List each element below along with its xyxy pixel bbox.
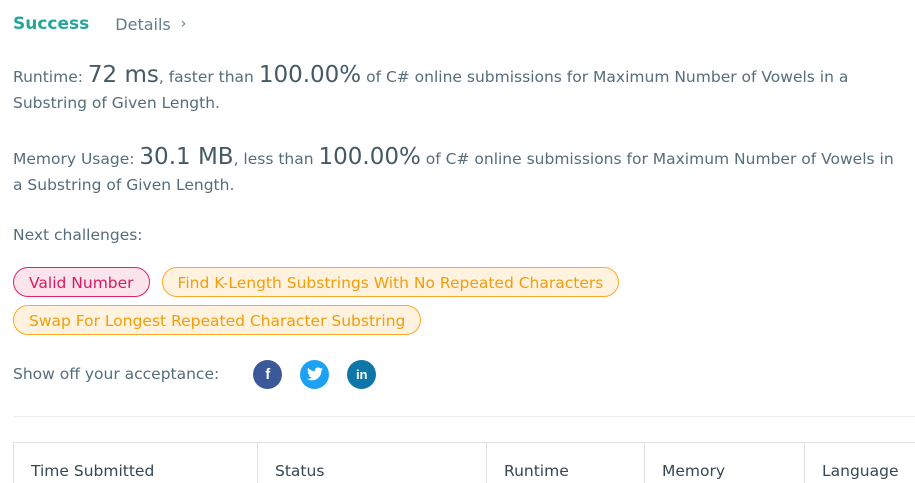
runtime-summary: Runtime: 72 ms, faster than 100.00% of C… [13, 62, 908, 116]
memory-prefix: Memory Usage: [13, 150, 140, 168]
memory-summary: Memory Usage: 30.1 MB, less than 100.00%… [13, 144, 908, 198]
chevron-right-icon: › [180, 16, 187, 32]
column-language[interactable]: Language [805, 443, 915, 483]
divider [13, 416, 915, 417]
memory-value: 30.1 MB [139, 144, 234, 170]
next-challenges-list: Valid Number Find K-Length Substrings Wi… [13, 267, 913, 343]
submissions-table-header: Time Submitted Status Runtime Memory Lan… [13, 442, 915, 483]
column-status[interactable]: Status [258, 443, 487, 483]
runtime-percent: 100.00% [258, 62, 362, 88]
facebook-icon[interactable]: f [253, 359, 283, 389]
memory-mid: , less than [233, 150, 319, 168]
result-header: Success Details › [13, 12, 186, 36]
status-label: Success [13, 14, 90, 34]
details-link[interactable]: Details › [115, 15, 186, 34]
column-time-submitted[interactable]: Time Submitted [14, 443, 258, 483]
runtime-mid: , faster than [158, 68, 259, 86]
column-memory[interactable]: Memory [645, 443, 805, 483]
challenge-chip-swap-for-longest[interactable]: Swap For Longest Repeated Character Subs… [13, 305, 422, 335]
runtime-prefix: Runtime: [13, 68, 88, 86]
next-challenges-label: Next challenges: [13, 226, 143, 244]
share-section: Show off your acceptance: f in [13, 359, 394, 389]
column-runtime[interactable]: Runtime [487, 443, 645, 483]
twitter-icon[interactable] [300, 359, 330, 389]
memory-percent: 100.00% [318, 144, 421, 170]
linkedin-icon[interactable]: in [347, 359, 377, 389]
details-label: Details [115, 14, 171, 34]
twitter-bird-icon [306, 367, 323, 381]
challenge-chip-find-k-length[interactable]: Find K-Length Substrings With No Repeate… [161, 267, 620, 297]
challenge-chip-valid-number[interactable]: Valid Number [13, 267, 150, 297]
runtime-value: 72 ms [87, 62, 159, 88]
share-label: Show off your acceptance: [13, 365, 220, 383]
